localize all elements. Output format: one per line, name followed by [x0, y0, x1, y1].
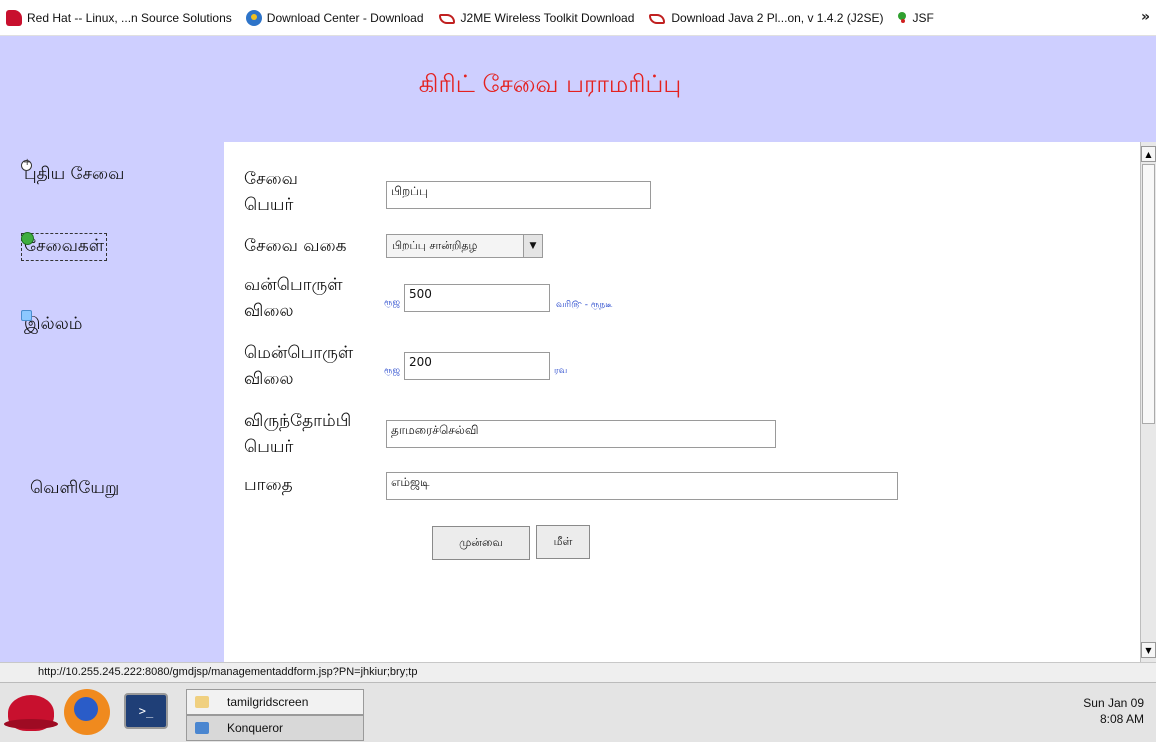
service-name-label: சேவை பெயர் — [244, 169, 298, 215]
service-type-label: சேவை வகை — [244, 236, 347, 256]
nav-home[interactable]: இல்லம் — [21, 310, 83, 336]
nav-label: சேவைகள் — [20, 233, 108, 261]
reset-button[interactable]: மீள் — [536, 525, 590, 559]
service-type-value: பிறப்பு சான்றிதழ — [392, 238, 478, 252]
nav-new-service[interactable]: புதிய சேவை — [21, 157, 125, 186]
host-name-label: விருந்தோம்பி பெயர் — [244, 411, 352, 457]
bookmark-java2[interactable]: Download Java 2 Pl...on, v 1.4.2 (J2SE) — [648, 10, 883, 26]
service-type-select[interactable]: பிறப்பு சான்றிதழ ▼ — [386, 234, 543, 258]
java-icon — [648, 10, 666, 26]
status-bar: http://10.255.245.222:8080/gmdjsp/manage… — [0, 662, 1156, 682]
host-name-field[interactable]: தாமரைச்செல்வி — [386, 420, 776, 448]
hardware-currency: ரூஜ — [384, 298, 400, 308]
bookmark-redhat[interactable]: Red Hat -- Linux, ...n Source Solutions — [6, 9, 232, 26]
hardware-price-label: வன்பொருள் விலை — [244, 275, 343, 321]
terminal-icon[interactable]: >_ — [124, 693, 168, 729]
software-note: ரவ — [554, 366, 568, 376]
task-konqueror[interactable]: Konqueror — [186, 715, 364, 741]
jsf-icon — [897, 10, 907, 26]
sidebar-nav: புதிய சேவை சேவைகள் இல்லம் வெளியேறு — [0, 142, 224, 662]
java-icon — [438, 10, 456, 26]
bookmark-label: J2ME Wireless Toolkit Download — [460, 10, 635, 25]
task-tamilgridscreen[interactable]: tamilgridscreen — [186, 689, 364, 715]
nav-label: வெளியேறு — [30, 478, 120, 498]
bookmark-jsf[interactable]: JSF — [897, 10, 934, 26]
software-price-field[interactable]: 200 — [404, 352, 550, 380]
chevron-down-icon[interactable]: ▼ — [523, 235, 542, 257]
service-name-field[interactable]: பிறப்பு — [386, 181, 651, 209]
submit-button[interactable]: முன்வை — [432, 526, 530, 560]
redhat-icon — [6, 9, 22, 26]
bookmark-download-center[interactable]: Download Center - Download — [245, 9, 424, 26]
bookmark-label: Download Java 2 Pl...on, v 1.4.2 (J2SE) — [671, 10, 884, 25]
bookmarks-toolbar: Red Hat -- Linux, ...n Source Solutions … — [0, 0, 1156, 36]
bookmark-label: Download Center - Download — [266, 10, 424, 25]
main-form: சேவை பெயர் பிறப்பு சேவை வகை பிறப்பு சான்… — [224, 142, 1140, 662]
hardware-price-field[interactable]: 500 — [404, 284, 550, 312]
scroll-up-arrow-icon[interactable]: ▲ — [1141, 146, 1156, 162]
redhat-menu-icon[interactable] — [4, 695, 58, 731]
clock-date: Sun Jan 09 — [1083, 696, 1144, 710]
clock-time: 8:08 AM — [1099, 712, 1144, 726]
software-currency: ரூஜ — [384, 366, 400, 376]
bookmark-label: Red Hat -- Linux, ...n Source Solutions — [27, 10, 232, 25]
task-label: tamilgridscreen — [227, 695, 309, 709]
folder-icon — [195, 696, 209, 708]
task-label: Konqueror — [227, 721, 284, 735]
path-field[interactable]: எம்ஜடி — [386, 472, 898, 500]
page-title: கிரிட் சேவை பராமரிப்பு — [418, 70, 682, 98]
nav-label: இல்லம் — [24, 314, 83, 334]
home-icon — [21, 310, 32, 321]
bookmark-label: JSF — [912, 10, 934, 25]
taskbar: >_ tamilgridscreen Konqueror Sun Jan 09 … — [0, 682, 1156, 742]
scroll-down-arrow-icon[interactable]: ▼ — [1141, 642, 1156, 658]
konqueror-icon — [195, 722, 209, 734]
nav-logout[interactable]: வெளியேறு — [30, 478, 119, 500]
scroll-thumb[interactable] — [1142, 164, 1155, 424]
nav-services[interactable]: சேவைகள் — [20, 232, 108, 261]
bookmark-j2me[interactable]: J2ME Wireless Toolkit Download — [438, 10, 635, 26]
page-header: கிரிட் சேவை பராமரிப்பு — [0, 36, 1156, 142]
firefox-icon[interactable] — [64, 689, 110, 735]
download-center-icon — [245, 9, 262, 26]
software-price-label: மென்பொருள் விலை — [244, 343, 354, 389]
green-bullet-icon — [21, 232, 34, 245]
hardware-note: வரி௹ - ரூநடீ — [556, 300, 613, 310]
vertical-scrollbar[interactable]: ▲ ▼ — [1140, 142, 1156, 662]
new-circle-icon — [21, 157, 32, 171]
more-bookmarks-button[interactable]: » — [1141, 9, 1150, 25]
clock[interactable]: Sun Jan 09 8:08 AM — [1083, 695, 1144, 727]
path-label: பாதை — [244, 475, 293, 495]
nav-label: புதிய சேவை — [24, 164, 125, 184]
